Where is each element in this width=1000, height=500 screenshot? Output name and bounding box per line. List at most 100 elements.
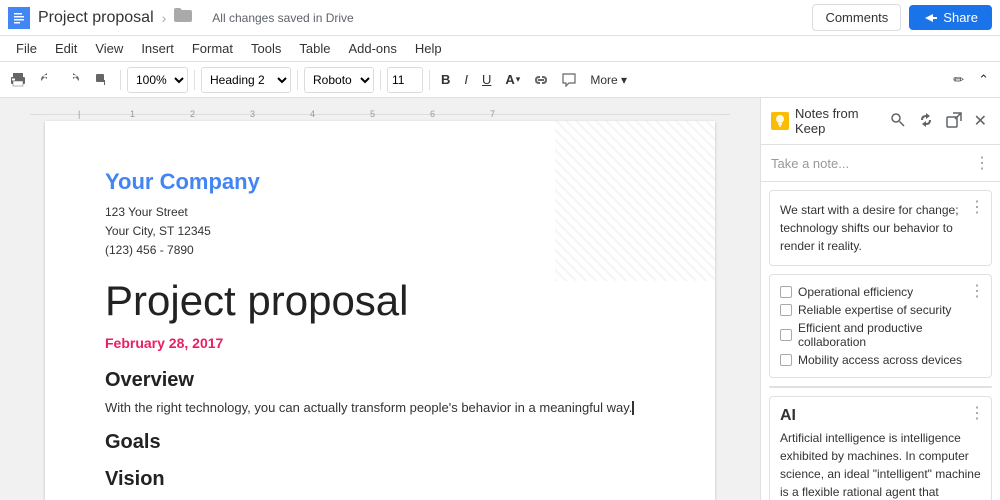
comment-icon [562,73,576,87]
keep-ai-menu-button[interactable]: ⋮ [969,403,985,423]
checklist-item-1: Reliable expertise of security [780,301,981,319]
font-select[interactable]: Roboto Arial [304,67,374,93]
menu-help[interactable]: Help [407,39,450,58]
text-cursor [632,401,634,415]
link-icon [534,75,548,85]
keep-image-svg [770,386,991,388]
main-area: | 1 2 3 4 5 6 7 Your Company 123 Your St… [0,98,1000,500]
keep-checklist-menu-button[interactable]: ⋮ [969,281,985,301]
checkbox-3[interactable] [780,354,792,366]
goals-heading: Goals [105,431,655,454]
keep-ai-card: ⋮ AI Artificial intelligence is intellig… [769,396,992,500]
checklist-item-3: Mobility access across devices [780,351,981,369]
menu-file[interactable]: File [8,39,45,58]
menu-format[interactable]: Format [184,39,241,58]
collapse-button[interactable]: ⌃ [973,69,994,91]
ruler: | 1 2 3 4 5 6 7 [30,114,730,115]
keep-refresh-icon [918,112,934,128]
toolbar: 100% Heading 2 Normal text Heading 1 Rob… [0,62,1000,98]
checklist-item-2: Efficient and productive collaboration [780,319,981,351]
folder-icon [174,8,192,27]
font-size-input[interactable] [387,67,423,93]
print-icon [11,73,25,87]
keep-open-button[interactable] [943,109,965,134]
text-color-button[interactable]: A ▾ [500,69,525,90]
link-button[interactable] [529,72,553,88]
keep-note-input-area[interactable]: Take a note... ⋮ [761,145,1000,182]
checklist-label-3: Mobility access across devices [798,353,962,367]
pencil-button[interactable]: ✏ [948,69,969,91]
menu-addons[interactable]: Add-ons [340,39,404,58]
keep-text-card: ⋮ We start with a desire for change; tec… [769,190,992,266]
keep-open-icon [946,112,962,128]
proposal-date: February 28, 2017 [105,335,655,351]
redo-button[interactable] [62,70,86,90]
keep-search-icon [890,112,906,128]
menu-table[interactable]: Table [291,39,338,58]
bold-button[interactable]: B [436,69,455,90]
keep-image-placeholder [770,387,991,388]
undo-button[interactable] [34,70,58,90]
checklist-label-0: Operational efficiency [798,285,913,299]
style-select[interactable]: Heading 2 Normal text Heading 1 [201,67,291,93]
print-button[interactable] [6,70,30,90]
paint-format-icon [95,73,109,87]
proposal-title: Project proposal [105,277,655,325]
breadcrumb-icon: › [162,10,167,26]
separator [120,70,121,90]
header-actions: Comments Share [812,4,992,31]
keep-ai-text: Artificial intelligence is intelligence … [780,429,981,500]
menu-edit[interactable]: Edit [47,39,85,58]
checklist-label-2: Efficient and productive collaboration [798,321,981,349]
keep-sidebar: Notes from Keep ✕ Take a note... ⋮ ⋮ We … [760,98,1000,500]
keep-refresh-button[interactable] [915,109,937,134]
separator2 [194,70,195,90]
overview-text: With the right technology, you can actua… [105,398,655,418]
share-icon [923,11,937,25]
color-arrow: ▾ [516,74,521,85]
keep-bulb-icon [774,114,786,128]
share-button[interactable]: Share [909,5,992,30]
doc-icon [8,7,30,29]
autosave-status: All changes saved in Drive [212,11,353,25]
separator3 [297,70,298,90]
underline-button[interactable]: U [477,69,496,90]
italic-button[interactable]: I [459,69,473,90]
menu-view[interactable]: View [87,39,131,58]
paint-format-button[interactable] [90,70,114,90]
title-bar: Project proposal › All changes saved in … [0,0,1000,36]
keep-close-button[interactable]: ✕ [971,108,990,134]
checklist-item-0: Operational efficiency [780,283,981,301]
document-area: | 1 2 3 4 5 6 7 Your Company 123 Your St… [0,98,760,500]
comment-button[interactable] [557,70,581,90]
comments-button[interactable]: Comments [812,4,901,31]
keep-note-placeholder: Take a note... [771,156,968,171]
keep-note-menu-icon[interactable]: ⋮ [974,153,990,173]
checklist-label-1: Reliable expertise of security [798,303,951,317]
keep-ai-title: AI [780,407,981,425]
zoom-select[interactable]: 100% [127,67,188,93]
separator5 [429,70,430,90]
keep-card-menu-button[interactable]: ⋮ [969,197,985,217]
text-color-label: A [505,72,514,87]
checkbox-2[interactable] [780,329,792,341]
menu-bar: File Edit View Insert Format Tools Table… [0,36,1000,62]
vision-heading: Vision [105,468,655,491]
menu-tools[interactable]: Tools [243,39,289,58]
menu-insert[interactable]: Insert [133,39,182,58]
redo-icon [67,73,81,87]
keep-search-button[interactable] [887,109,909,134]
keep-card1-text: We start with a desire for change; techn… [780,201,981,255]
keep-checklist-card: ⋮ Operational efficiency Reliable expert… [769,274,992,378]
keep-header: Notes from Keep ✕ [761,98,1000,145]
overview-heading: Overview [105,369,655,392]
more-button[interactable]: More ▾ [585,70,632,90]
keep-title: Notes from Keep [795,106,881,136]
watermark [555,121,715,281]
separator4 [380,70,381,90]
document-title: Project proposal [38,9,154,27]
keep-image-card: ⋮ [769,386,992,388]
document-page: Your Company 123 Your Street Your City, … [45,121,715,500]
checkbox-1[interactable] [780,304,792,316]
checkbox-0[interactable] [780,286,792,298]
